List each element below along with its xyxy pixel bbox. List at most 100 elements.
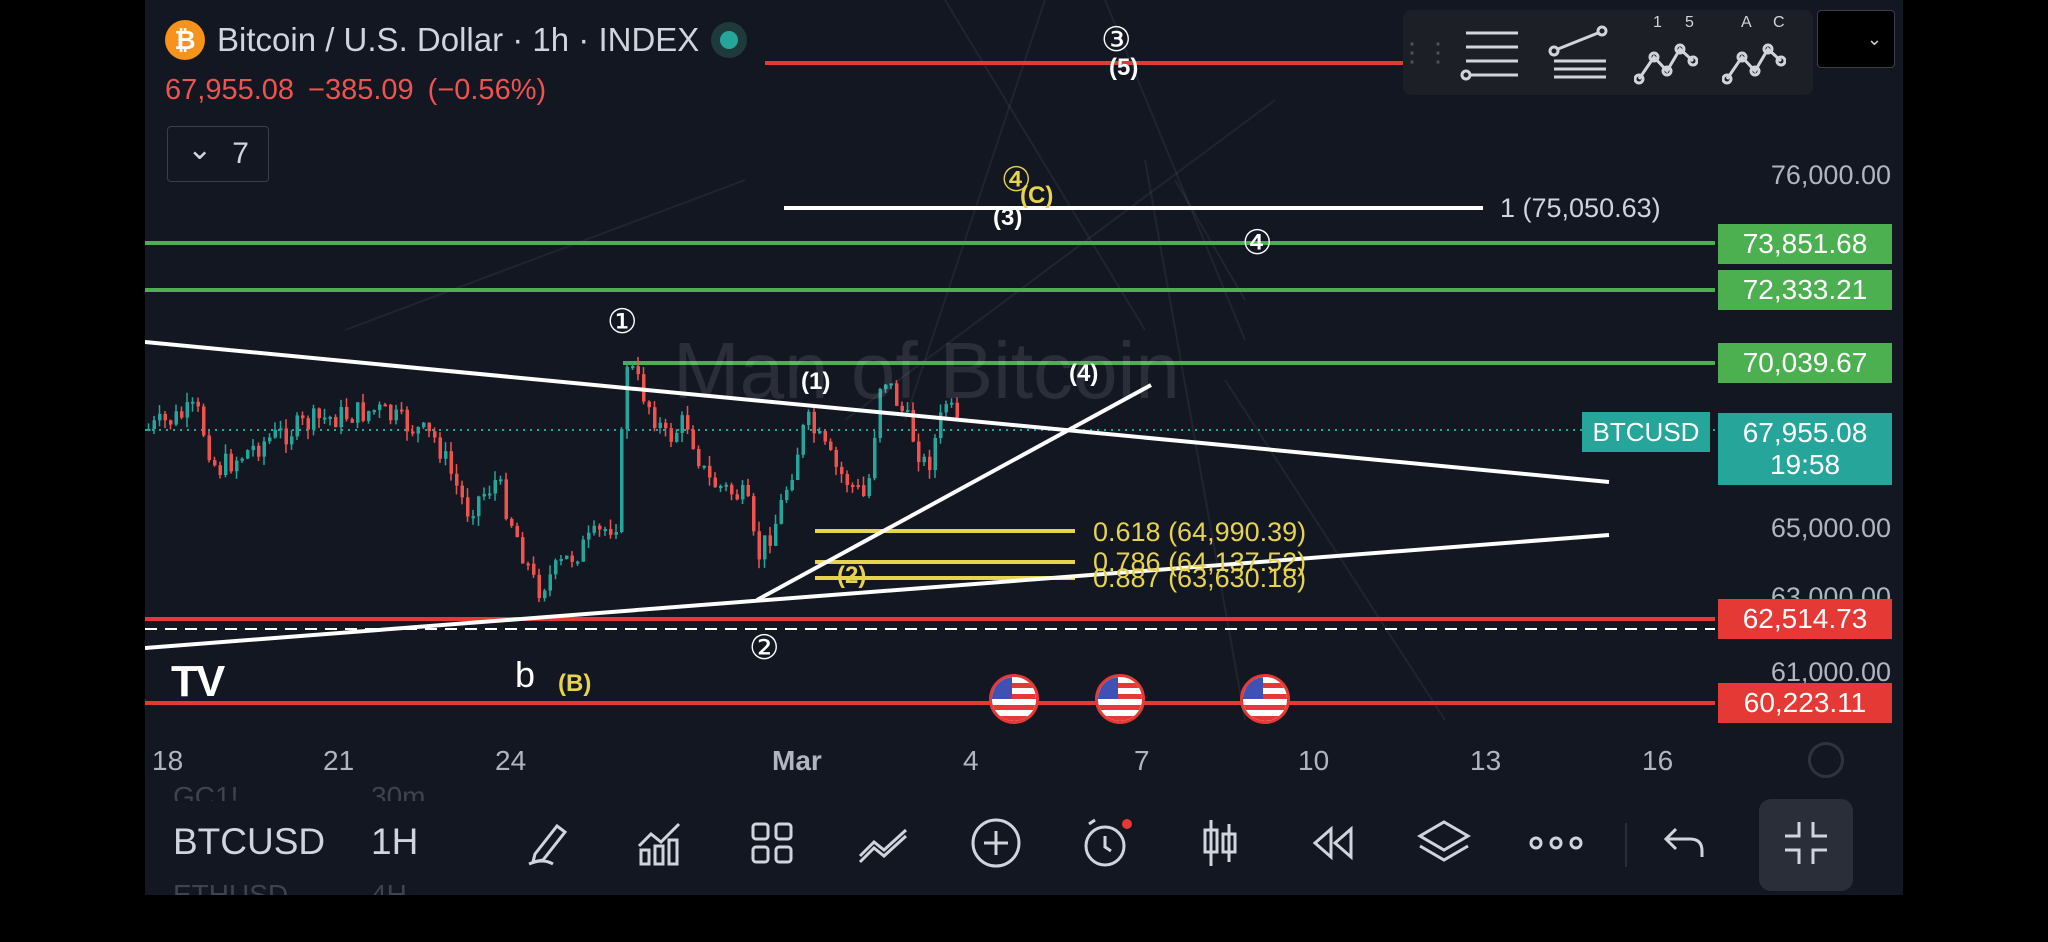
candle-body [669,428,673,442]
candle-body [686,415,690,430]
pencil-icon[interactable] [518,813,578,873]
wave-paren-5[interactable]: (5) [1109,54,1138,82]
compare-icon[interactable] [854,813,914,873]
wave-paren-2[interactable]: (2) [837,562,866,590]
interval-dropdown[interactable]: ⌄ [1817,10,1895,68]
candle-body [796,454,800,481]
extension-target-label: 1 (75,050.63) [1500,193,1661,223]
candle-body [636,366,640,375]
wave-paren-3[interactable]: (3) [993,204,1022,232]
bar-countdown: 19:58 [1769,449,1841,480]
support-tag-1[interactable]: 62,514.73 [1718,599,1892,639]
more-icon[interactable] [1526,813,1586,873]
us-flag-event-icon[interactable] [1240,674,1290,724]
add-icon[interactable] [966,813,1026,873]
current-price-tag[interactable]: 67,955.08 19:58 [1718,413,1892,485]
candle-body [532,563,536,575]
layout-grid-icon[interactable] [742,813,802,873]
candle-body [801,425,805,455]
candle-body [158,413,162,421]
candles-icon[interactable] [1190,813,1250,873]
candle-body [323,417,327,420]
wave-circle-2[interactable]: ② [749,628,779,668]
candle-body [614,531,618,535]
candle-body [251,445,255,451]
candle-body [928,456,932,471]
wave-circle-1[interactable]: ① [607,302,637,342]
candle-body [680,415,684,433]
wave-circle-4[interactable]: ④ [1242,223,1272,263]
alert-icon[interactable] [1078,813,1138,873]
resistance-tag-1[interactable]: 73,851.68 [1718,224,1892,264]
elliott-correction-icon[interactable]: A C [1719,14,1789,88]
support-tag-2[interactable]: 60,223.11 [1718,683,1892,723]
candle-body [867,478,871,496]
candle-body [548,574,552,591]
drag-handle-icon[interactable]: ⋮⋮ [1399,33,1451,73]
wave-b[interactable]: b [515,654,535,696]
candle-body [460,485,464,498]
symbol-title[interactable]: Bitcoin / U.S. Dollar · 1h · INDEX [217,21,699,59]
candle-body [576,561,580,564]
candle-body [449,451,453,474]
price-axis-label: 65,000.00 [1770,513,1891,543]
symbol-picker[interactable]: BTCUSD [173,821,325,863]
candle-body [598,525,602,530]
candle-body [510,518,514,526]
indicator-collapse-button[interactable]: ⌄ 7 [167,126,269,182]
candle-body [180,411,184,418]
candle-body [537,574,541,599]
us-flag-event-icon[interactable] [1095,674,1145,724]
candle-body [499,479,503,482]
candle-body [345,406,349,420]
price-axis-label: 76,000.00 [1770,160,1891,190]
wave-paren-b[interactable]: (B) [558,670,591,698]
fib-887-label: 0.887 (63,630.18) [1093,563,1307,593]
candle-body [416,427,420,434]
undo-icon[interactable] [1653,813,1713,873]
candle-body [746,485,750,497]
layers-icon[interactable] [1414,813,1474,873]
wave-paren-4[interactable]: (4) [1069,360,1098,388]
candle-body [845,473,849,485]
elliott-impulse-icon[interactable]: 1 5 [1631,14,1701,88]
rising-trendline[interactable] [756,383,1152,602]
candle-body [658,422,662,429]
candle-body [768,535,772,546]
candle-body [609,528,613,535]
indicators-icon[interactable] [630,813,690,873]
market-status-icon[interactable] [711,22,748,58]
candle-body [378,404,382,411]
horizontal-lines-icon[interactable] [1455,18,1525,88]
candle-body [543,590,547,599]
candle-body [207,435,211,461]
candle-body [389,404,393,421]
symbol-legend[interactable]: ₿ Bitcoin / U.S. Dollar · 1h · INDEX [165,20,748,60]
candle-body [246,450,250,459]
wave-paren-c[interactable]: (C) [1020,182,1053,210]
candle-body [620,429,624,532]
candle-body [279,428,283,431]
candle-body [774,523,778,546]
drawing-toolbar[interactable]: ⋮⋮ 1 5 A C [1399,10,1813,95]
trend-fan-icon[interactable] [1543,18,1613,88]
us-flag-event-icon[interactable] [989,674,1039,724]
candle-body [334,416,338,428]
replay-icon[interactable] [1302,813,1362,873]
resistance-tag-2[interactable]: 72,333.21 [1718,270,1892,310]
symbol-price-tag: BTCUSD [1582,412,1710,452]
fullscreen-exit-button[interactable] [1759,799,1853,891]
candle-body [191,401,195,404]
candle-body [213,460,217,466]
ghost-symbol-above: GC1! [173,781,239,801]
time-axis-label: Mar [772,745,822,776]
candle-body [757,531,761,560]
interval-picker[interactable]: 1H [371,821,418,863]
candle-body [328,416,332,419]
resistance-tag-3[interactable]: 70,039.67 [1718,343,1892,383]
settings-gear-icon[interactable] [1808,742,1844,778]
time-axis-label: 16 [1642,745,1674,776]
lower-trendline[interactable] [145,533,1610,650]
wave-paren-1[interactable]: (1) [801,368,830,396]
candle-body [356,402,360,423]
